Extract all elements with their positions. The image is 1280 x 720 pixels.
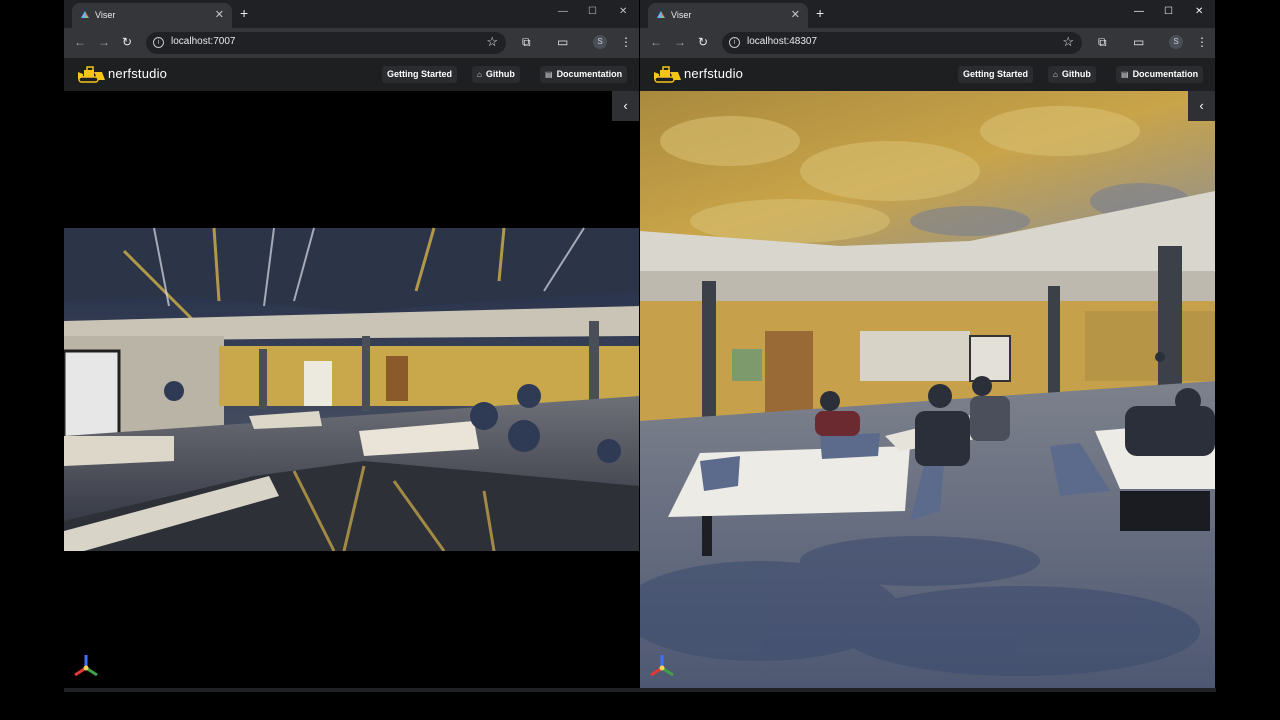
documentation-button[interactable]: ▤ Documentation [1116,66,1204,83]
bulldozer-logo-icon [78,66,105,83]
tab-strip: Viser ✕ + — ☐ ✕ [64,0,639,28]
back-arrow-icon[interactable]: ← [74,35,86,49]
kebab-menu-icon[interactable]: ⋮ [1196,35,1208,49]
star-icon[interactable]: ☆ [486,34,498,50]
nerfstudio-header: nerfstudio Getting Started ⌂ Github ▤ Docu… [640,58,1215,91]
puzzle-icon[interactable]: ⧉ [1098,35,1107,50]
star-icon[interactable]: ☆ [1062,34,1074,50]
axes-gizmo-icon[interactable] [72,652,100,680]
document-icon: ▤ [1121,70,1129,79]
address-bar[interactable]: i localhost:7007 ☆ [146,32,506,54]
browser-window-right: Viser ✕ + — ☐ ✕ ← → ↻ i localhost:48307 … [640,0,1215,688]
github-icon: ⌂ [1053,70,1058,79]
getting-started-button[interactable]: Getting Started [958,66,1034,83]
address-bar[interactable]: i localhost:48307 ☆ [722,32,1082,54]
rendered-scene-image [640,91,1215,688]
kebab-menu-icon[interactable]: ⋮ [620,35,632,49]
window-close-icon[interactable]: ✕ [619,6,627,17]
close-icon[interactable]: ✕ [215,8,224,21]
minimize-icon[interactable]: — [1134,6,1144,17]
getting-started-button[interactable]: Getting Started [382,66,458,83]
close-icon[interactable]: ✕ [791,8,800,21]
profile-avatar[interactable]: S [593,35,607,49]
3d-viewport[interactable]: ‹ [640,91,1215,688]
browser-tab[interactable]: Viser ✕ [72,3,232,28]
document-icon: ▤ [545,70,553,79]
viser-favicon-icon [657,11,665,18]
github-icon: ⌂ [477,70,482,79]
plus-icon[interactable]: + [816,5,824,21]
profile-avatar[interactable]: S [1169,35,1183,49]
rendered-scene-image [64,227,639,688]
puzzle-icon[interactable]: ⧉ [522,35,531,50]
browser-toolbar: ← → ↻ i localhost:7007 ☆ ⧉ ▭ S ⋮ [64,28,639,58]
3d-viewport[interactable]: ‹ [64,91,639,688]
cast-icon[interactable]: ▭ [1133,35,1144,49]
browser-toolbar: ← → ↻ i localhost:48307 ☆ ⧉ ▭ S ⋮ [640,28,1215,58]
brand-name: nerfstudio [108,66,168,81]
browser-window-left: Viser ✕ + — ☐ ✕ ← → ↻ i localhost:7007 ☆… [64,0,639,688]
info-icon[interactable]: i [729,37,740,48]
cast-icon[interactable]: ▭ [557,35,568,49]
back-arrow-icon[interactable]: ← [650,35,662,49]
window-close-icon[interactable]: ✕ [1195,6,1203,17]
maximize-icon[interactable]: ☐ [1164,6,1173,17]
chevron-left-icon[interactable]: ‹ [612,91,639,121]
tab-strip: Viser ✕ + — ☐ ✕ [640,0,1215,28]
forward-arrow-icon[interactable]: → [98,35,110,49]
tab-title: Viser [671,10,692,20]
viser-favicon-icon [81,11,89,18]
getting-started-label: Getting Started [387,69,453,79]
brand-name: nerfstudio [684,66,744,81]
documentation-button[interactable]: ▤ Documentation [540,66,628,83]
reload-icon[interactable]: ↻ [122,35,132,49]
maximize-icon[interactable]: ☐ [588,6,597,17]
plus-icon[interactable]: + [240,5,248,21]
github-button[interactable]: ⌂ Github [472,66,520,83]
github-label: Github [485,69,515,79]
reload-icon[interactable]: ↻ [698,35,708,49]
taskbar-edge [64,688,1216,692]
github-button[interactable]: ⌂ Github [1048,66,1096,83]
info-icon[interactable]: i [153,37,164,48]
forward-arrow-icon[interactable]: → [674,35,686,49]
getting-started-label: Getting Started [963,69,1029,79]
github-label: Github [1061,69,1091,79]
chevron-left-icon[interactable]: ‹ [1188,91,1215,121]
axes-gizmo-icon[interactable] [648,652,676,680]
bulldozer-logo-icon [654,66,681,83]
documentation-label: Documentation [556,69,623,79]
tab-title: Viser [95,10,116,20]
nerfstudio-header: nerfstudio Getting Started ⌂ Github ▤ Docu… [64,58,639,91]
url-text: localhost:7007 [171,36,236,47]
minimize-icon[interactable]: — [558,6,568,17]
browser-tab[interactable]: Viser ✕ [648,3,808,28]
url-text: localhost:48307 [747,36,818,47]
documentation-label: Documentation [1132,69,1199,79]
